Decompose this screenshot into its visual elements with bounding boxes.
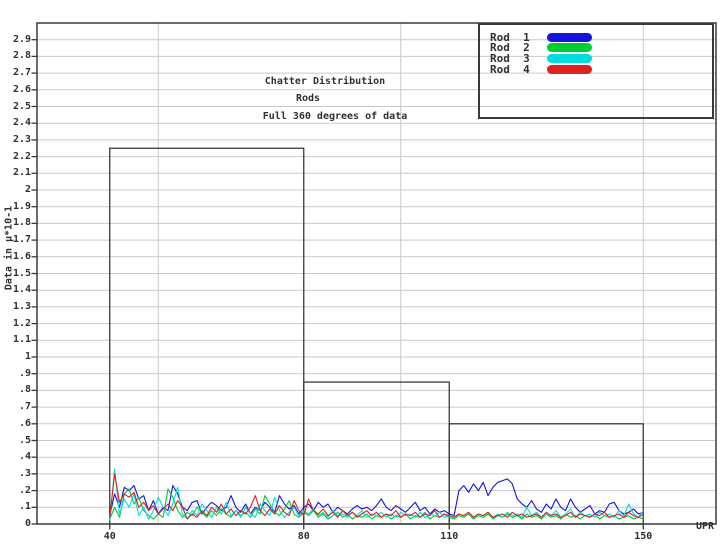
- chart-subtitle-2: Full 360 degrees of data: [263, 111, 408, 122]
- legend-swatch-rod-3: [547, 54, 592, 63]
- y-tick-label: 1.5: [0, 268, 31, 280]
- y-tick-label: 2.2: [0, 151, 31, 163]
- y-tick-label: .9: [0, 368, 31, 380]
- legend-swatch-rod-2: [547, 43, 592, 52]
- y-tick-label: 1.2: [0, 318, 31, 330]
- legend-label-rod-4: Rod 4: [490, 63, 547, 76]
- legend-item-rod-3: Rod 3: [490, 53, 592, 64]
- y-tick-label: 2.5: [0, 101, 31, 113]
- y-tick-label: 1.8: [0, 217, 31, 229]
- series-traces-layer: [110, 469, 644, 521]
- y-tick-label: 1.7: [0, 234, 31, 246]
- y-tick-label: .3: [0, 468, 31, 480]
- chatter-distribution-chart: Chatter Distribution Rods Full 360 degre…: [0, 0, 723, 545]
- x-tick-label: 110: [440, 531, 458, 542]
- y-tick-label: 2.7: [0, 67, 31, 79]
- series-rod-1-trace: [110, 479, 644, 516]
- y-tick-label: 1.6: [0, 251, 31, 263]
- y-tick-label: 0: [0, 518, 31, 530]
- legend: Rod 1 Rod 2 Rod 3 Rod 4: [478, 23, 714, 119]
- y-tick-label: 2.8: [0, 50, 31, 62]
- legend-item-rod-4: Rod 4: [490, 64, 592, 75]
- y-tick-label: 1: [0, 351, 31, 363]
- y-tick-label: .8: [0, 384, 31, 396]
- x-tick-label: 80: [298, 531, 310, 542]
- bin-outline: [304, 382, 450, 524]
- y-tick-label: 1.3: [0, 301, 31, 313]
- legend-swatch-rod-4: [547, 65, 592, 74]
- y-tick-label: 1.1: [0, 334, 31, 346]
- y-tick-label: 2.4: [0, 117, 31, 129]
- x-axis-unit-label: UPR: [696, 521, 714, 532]
- series-rod-4-trace: [110, 474, 644, 519]
- y-tick-label: .5: [0, 435, 31, 447]
- y-tick-label: .2: [0, 485, 31, 497]
- legend-swatch-rod-1: [547, 33, 592, 42]
- y-tick-label: 2.3: [0, 134, 31, 146]
- y-tick-label: .1: [0, 501, 31, 513]
- x-tick-label: 40: [104, 531, 116, 542]
- histogram-bins-layer: [110, 148, 644, 524]
- bin-outline: [110, 148, 304, 524]
- y-tick-label: 2.9: [0, 34, 31, 46]
- chart-title: Chatter Distribution: [265, 76, 385, 87]
- y-tick-label: .6: [0, 418, 31, 430]
- y-tick-label: 1.9: [0, 201, 31, 213]
- y-tick-label: .7: [0, 401, 31, 413]
- y-tick-label: 2: [0, 184, 31, 196]
- y-tick-label: 2.1: [0, 167, 31, 179]
- y-tick-label: 2.6: [0, 84, 31, 96]
- y-tick-label: .4: [0, 451, 31, 463]
- y-tick-label: 1.4: [0, 284, 31, 296]
- x-tick-label: 150: [634, 531, 652, 542]
- chart-subtitle: Rods: [296, 93, 320, 104]
